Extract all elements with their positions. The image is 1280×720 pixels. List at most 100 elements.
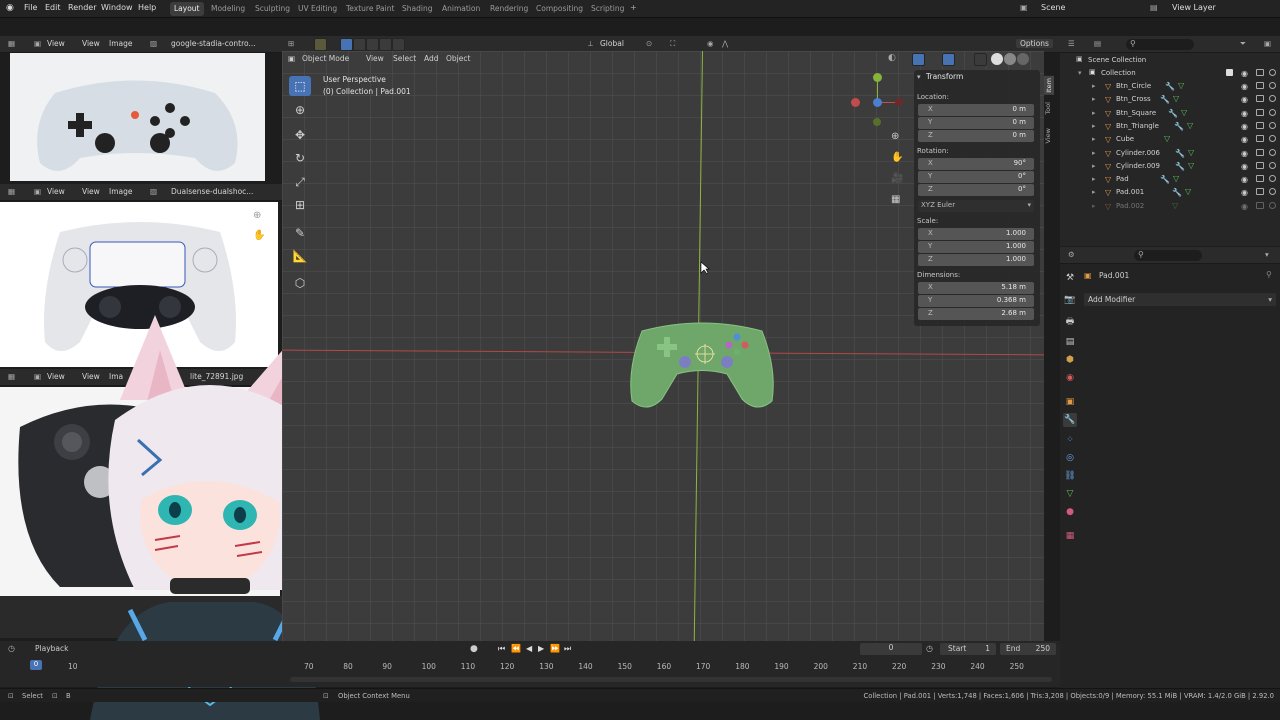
rotation-x-field[interactable]: X 90° xyxy=(918,158,1034,170)
prev-keyframe-icon[interactable]: ⏪ xyxy=(511,644,521,653)
playback-menu[interactable]: Playback xyxy=(35,644,68,653)
outliner-collection[interactable]: ▾ ▣ Collection ◉ xyxy=(1060,67,1280,80)
viewport-toggle-icon[interactable] xyxy=(1256,135,1264,143)
outliner-item[interactable]: ▸ ▽ Btn_Cross 🔧 ▽ ◉ xyxy=(1060,93,1280,106)
tab-layout[interactable]: Layout xyxy=(170,2,204,16)
render-toggle-icon[interactable] xyxy=(1269,161,1276,169)
render-tab-icon[interactable]: 📷 xyxy=(1063,293,1077,307)
visibility-eye-icon[interactable]: ◉ xyxy=(1241,175,1248,184)
gizmo-neg-y-axis[interactable] xyxy=(873,118,881,126)
visibility-eye-icon[interactable]: ◉ xyxy=(1241,109,1248,118)
record-icon[interactable]: ● xyxy=(470,644,478,654)
menu-help[interactable]: Help xyxy=(138,3,156,12)
editor-type-icon[interactable]: ⚙ xyxy=(1068,250,1075,259)
render-toggle-icon[interactable] xyxy=(1269,201,1276,209)
select-tool-icon[interactable]: ⬚ xyxy=(289,76,311,96)
tab-scripting[interactable]: Scripting xyxy=(587,2,628,16)
viewport-object-menu[interactable]: Object xyxy=(446,54,470,63)
outliner-item[interactable]: ▸ ▽ Pad 🔧 ▽ ◉ xyxy=(1060,173,1280,186)
viewport-toggle-icon[interactable] xyxy=(1256,188,1264,196)
falloff-icon[interactable]: ⋀ xyxy=(722,39,728,48)
modifier-tab-icon[interactable]: 🔧 xyxy=(1063,413,1077,427)
overlay-toggle-icon[interactable] xyxy=(942,53,955,66)
viewport-add-menu[interactable]: Add xyxy=(424,54,439,63)
outliner-item[interactable]: ▸ ▽ Btn_Square 🔧 ▽ ◉ xyxy=(1060,107,1280,120)
image-menu[interactable]: Image xyxy=(109,187,133,196)
data-tab-icon[interactable]: ▽ xyxy=(1063,487,1077,501)
end-frame-field[interactable]: End 250 xyxy=(1000,643,1056,655)
render-toggle-icon[interactable] xyxy=(1269,121,1276,129)
rotation-y-field[interactable]: Y 0° xyxy=(918,171,1034,183)
render-toggle-icon[interactable] xyxy=(1269,95,1276,103)
texture-tab-icon[interactable]: ▦ xyxy=(1063,529,1077,543)
image-file-name[interactable]: google-stadia-contro... xyxy=(171,39,256,48)
mode-intersect-icon[interactable] xyxy=(379,38,392,51)
tab-uv-editing[interactable]: UV Editing xyxy=(294,2,341,16)
scene-name[interactable]: Scene xyxy=(1041,3,1065,12)
visibility-eye-icon[interactable]: ◉ xyxy=(1241,82,1248,91)
add-workspace-icon[interactable]: + xyxy=(630,3,637,12)
pin-icon[interactable]: ⚲ xyxy=(1266,270,1272,279)
render-toggle-icon[interactable] xyxy=(1269,175,1276,183)
expand-arrow-icon[interactable]: ▸ xyxy=(1092,109,1096,117)
outliner-search-input[interactable]: ⚲ xyxy=(1126,39,1194,50)
viewport-toggle-icon[interactable] xyxy=(1256,108,1264,116)
editor-type-icon[interactable]: ⊞ xyxy=(288,39,294,48)
ortho-toggle-icon[interactable]: ▦ xyxy=(891,194,900,205)
viewport-toggle-icon[interactable] xyxy=(1256,161,1264,169)
visibility-eye-icon[interactable]: ◉ xyxy=(1241,162,1248,171)
view-menu[interactable]: View xyxy=(47,187,65,196)
frame-indicator[interactable]: 0 xyxy=(30,660,42,670)
visibility-eye-icon[interactable]: ◉ xyxy=(1241,202,1248,211)
dimensions-y-field[interactable]: Y 0.368 m xyxy=(918,295,1034,307)
expand-arrow-icon[interactable]: ▸ xyxy=(1092,122,1096,130)
scale-y-field[interactable]: Y 1.000 xyxy=(918,241,1034,253)
outliner-item[interactable]: ▸ ▽ Cube ▽ ◉ xyxy=(1060,133,1280,146)
visibility-eye-icon[interactable]: ◉ xyxy=(1241,69,1248,78)
viewport-toggle-icon[interactable] xyxy=(1256,121,1264,129)
expand-arrow-icon[interactable]: ▸ xyxy=(1092,149,1096,157)
render-toggle-icon[interactable] xyxy=(1269,148,1276,156)
pan-hand-icon[interactable]: ✋ xyxy=(253,230,265,241)
outliner-item[interactable]: ▸ ▽ Btn_Circle 🔧 ▽ ◉ xyxy=(1060,80,1280,93)
transform-title[interactable]: Transform xyxy=(926,72,963,81)
outliner-scene-collection[interactable]: ▣ Scene Collection xyxy=(1060,54,1280,67)
scene-icon[interactable]: ▣ xyxy=(1020,3,1028,12)
image-file-name[interactable]: Dualsense-dualshoc... xyxy=(171,187,253,196)
view-menu-2[interactable]: View xyxy=(82,39,100,48)
display-mode-icon[interactable]: ▤ xyxy=(1094,39,1101,48)
particles-tab-icon[interactable]: ⁘ xyxy=(1063,433,1077,447)
current-frame-field[interactable]: 0 xyxy=(860,643,922,655)
mode-new-icon[interactable] xyxy=(340,38,353,51)
zoom-icon[interactable]: ⊕ xyxy=(253,210,261,221)
select-box-icon[interactable] xyxy=(314,38,327,51)
visibility-icon[interactable]: ◐ xyxy=(888,53,896,63)
output-tab-icon[interactable]: 🖶 xyxy=(1063,315,1077,329)
visibility-eye-icon[interactable]: ◉ xyxy=(1241,188,1248,197)
view-menu-2[interactable]: View xyxy=(82,187,100,196)
tool-tab-icon[interactable]: ⚒ xyxy=(1063,271,1077,285)
scale-tool-icon[interactable]: ⤢ xyxy=(289,172,311,192)
navigation-gizmo[interactable] xyxy=(848,73,908,133)
jump-end-icon[interactable]: ⏭ xyxy=(564,644,571,654)
tab-rendering[interactable]: Rendering xyxy=(486,2,532,16)
view-mode-icon[interactable]: ▣ xyxy=(34,372,41,381)
expand-arrow-icon[interactable]: ▸ xyxy=(1092,135,1096,143)
add-cube-tool-icon[interactable]: ⬡ xyxy=(289,273,311,293)
expand-arrow-icon[interactable]: ▸ xyxy=(1092,188,1096,196)
tab-texture-paint[interactable]: Texture Paint xyxy=(342,2,398,16)
scale-z-field[interactable]: Z 1.000 xyxy=(918,254,1034,266)
dimensions-x-field[interactable]: X 5.18 m xyxy=(918,282,1034,294)
gizmo-x-axis[interactable] xyxy=(851,98,860,107)
outliner-item[interactable]: ▸ ▽ Pad.002 ▽ ◉ xyxy=(1060,200,1280,213)
tab-shading[interactable]: Shading xyxy=(398,2,436,16)
menu-render[interactable]: Render xyxy=(68,3,96,12)
gizmo-y-axis[interactable] xyxy=(873,73,882,82)
blender-logo-icon[interactable]: ◉ xyxy=(6,3,14,13)
xray-icon[interactable] xyxy=(974,53,987,66)
outliner-item[interactable]: ▸ ▽ Pad.001 🔧 ▽ ◉ xyxy=(1060,186,1280,199)
options-dropdown[interactable]: Options xyxy=(1016,39,1053,48)
viewport-toggle-icon[interactable] xyxy=(1256,82,1264,89)
view-mode-icon[interactable]: ▣ xyxy=(34,39,41,48)
add-modifier-dropdown[interactable]: Add Modifier ▾ xyxy=(1084,293,1276,306)
